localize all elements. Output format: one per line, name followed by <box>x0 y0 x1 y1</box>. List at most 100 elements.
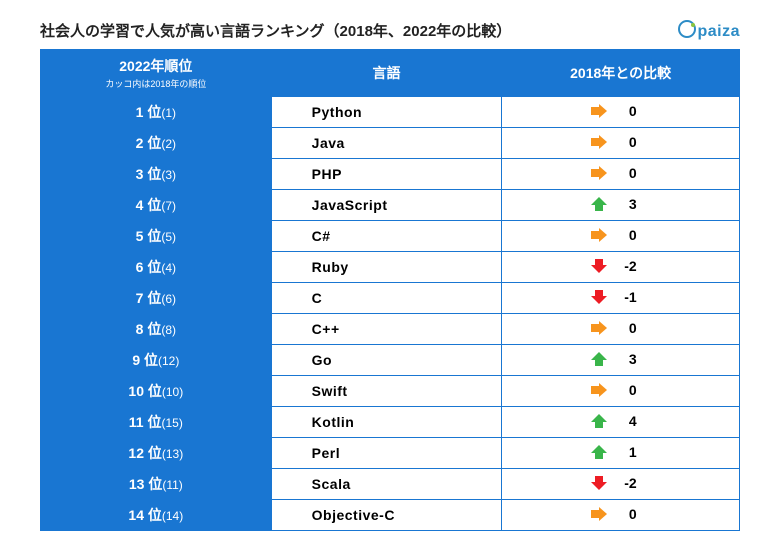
rank-2018: (14) <box>162 509 183 523</box>
rank-suffix: 位 <box>144 476 162 492</box>
rank-2018: (1) <box>161 106 176 120</box>
language-cell: C <box>271 283 502 314</box>
rank-2018: (13) <box>162 447 183 461</box>
rank-suffix: 位 <box>143 197 161 213</box>
language-cell: PHP <box>271 159 502 190</box>
comparison-cell: 0 <box>502 128 740 159</box>
rank-suffix: 位 <box>143 135 161 151</box>
comparison-cell: 4 <box>502 407 740 438</box>
rank-suffix: 位 <box>140 352 158 368</box>
table-row: 14 位(14)Objective-C0 <box>41 500 740 531</box>
col-rank-sublabel: カッコ内は2018年の順位 <box>45 77 267 90</box>
arrow-right-icon <box>591 228 607 242</box>
rank-2022: 13 <box>129 476 145 492</box>
rank-suffix: 位 <box>143 321 161 337</box>
rank-suffix: 位 <box>143 166 161 182</box>
rank-cell: 4 位(7) <box>41 190 272 221</box>
rank-cell: 6 位(4) <box>41 252 272 283</box>
comparison-cell: -2 <box>502 252 740 283</box>
delta-value: 0 <box>617 320 637 336</box>
rank-cell: 12 位(13) <box>41 438 272 469</box>
col-comparison-header: 2018年との比較 <box>502 50 740 97</box>
language-cell: Perl <box>271 438 502 469</box>
rank-2018: (6) <box>161 292 176 306</box>
rank-cell: 3 位(3) <box>41 159 272 190</box>
header: 社会人の学習で人気が高い言語ランキング（2018年、2022年の比較） paiz… <box>40 20 740 41</box>
table-row: 9 位(12)Go 3 <box>41 345 740 376</box>
language-cell: Python <box>271 97 502 128</box>
rank-2022: 10 <box>128 383 144 399</box>
rank-cell: 10 位(10) <box>41 376 272 407</box>
table-row: 5 位(5)C#0 <box>41 221 740 252</box>
arrow-up-icon <box>591 352 607 366</box>
language-cell: Go <box>271 345 502 376</box>
language-cell: Java <box>271 128 502 159</box>
comparison-cell: 0 <box>502 500 740 531</box>
rank-2022: 11 <box>129 414 144 430</box>
comparison-cell: 0 <box>502 376 740 407</box>
comparison-cell: -2 <box>502 469 740 500</box>
arrow-down-icon <box>591 476 607 490</box>
arrow-up-icon <box>591 414 607 428</box>
delta-value: -1 <box>617 289 637 305</box>
delta-value: 3 <box>617 351 637 367</box>
rank-cell: 5 位(5) <box>41 221 272 252</box>
comparison-cell: -1 <box>502 283 740 314</box>
rank-cell: 2 位(2) <box>41 128 272 159</box>
language-cell: Scala <box>271 469 502 500</box>
table-row: 4 位(7)JavaScript3 <box>41 190 740 221</box>
arrow-right-icon <box>591 507 607 521</box>
delta-value: -2 <box>617 475 637 491</box>
language-cell: Swift <box>271 376 502 407</box>
rank-2018: (11) <box>162 478 182 492</box>
comparison-cell: 0 <box>502 97 740 128</box>
delta-value: 4 <box>617 413 637 429</box>
comparison-cell: 0 <box>502 159 740 190</box>
col-language-header: 言語 <box>271 50 502 97</box>
comparison-cell: 1 <box>502 438 740 469</box>
comparison-cell: 3 <box>502 190 740 221</box>
language-cell: Objective-C <box>271 500 502 531</box>
rank-2018: (5) <box>161 230 176 244</box>
delta-value: 0 <box>617 382 637 398</box>
table-row: 10 位(10)Swift 0 <box>41 376 740 407</box>
delta-value: -2 <box>617 258 637 274</box>
delta-value: 0 <box>617 165 637 181</box>
table-row: 2 位(2)Java0 <box>41 128 740 159</box>
logo-text: paiza <box>697 23 740 40</box>
table-row: 13 位(11) Scala -2 <box>41 469 740 500</box>
rank-2018: (7) <box>161 199 176 213</box>
rank-2022: 14 <box>128 507 144 523</box>
comparison-cell: 0 <box>502 221 740 252</box>
rank-2022: 12 <box>128 445 144 461</box>
col-rank-label: 2022年順位 <box>119 58 192 74</box>
rank-suffix: 位 <box>143 259 161 275</box>
table-row: 7 位(6)C-1 <box>41 283 740 314</box>
delta-value: 0 <box>617 227 637 243</box>
table-header-row: 2022年順位 カッコ内は2018年の順位 言語 2018年との比較 <box>41 50 740 97</box>
arrow-right-icon <box>591 321 607 335</box>
rank-suffix: 位 <box>143 228 161 244</box>
col-rank-header: 2022年順位 カッコ内は2018年の順位 <box>41 50 272 97</box>
rank-suffix: 位 <box>144 445 162 461</box>
rank-2018: (15) <box>162 416 183 430</box>
rank-cell: 9 位(12) <box>41 345 272 376</box>
rank-2018: (8) <box>161 323 176 337</box>
language-cell: C++ <box>271 314 502 345</box>
arrow-down-icon <box>591 290 607 304</box>
arrow-right-icon <box>591 104 607 118</box>
language-cell: Ruby <box>271 252 502 283</box>
rank-2018: (12) <box>158 354 179 368</box>
rank-suffix: 位 <box>144 414 162 430</box>
rank-cell: 11 位(15) <box>41 407 272 438</box>
delta-value: 0 <box>617 103 637 119</box>
ranking-table: 2022年順位 カッコ内は2018年の順位 言語 2018年との比較 1 位(1… <box>40 49 740 531</box>
rank-2018: (3) <box>161 168 176 182</box>
table-row: 3 位(3)PHP 0 <box>41 159 740 190</box>
logo-icon <box>678 20 696 38</box>
rank-cell: 1 位(1) <box>41 97 272 128</box>
table-row: 1 位(1)Python 0 <box>41 97 740 128</box>
comparison-cell: 0 <box>502 314 740 345</box>
rank-cell: 8 位(8) <box>41 314 272 345</box>
logo: paiza <box>678 20 740 41</box>
